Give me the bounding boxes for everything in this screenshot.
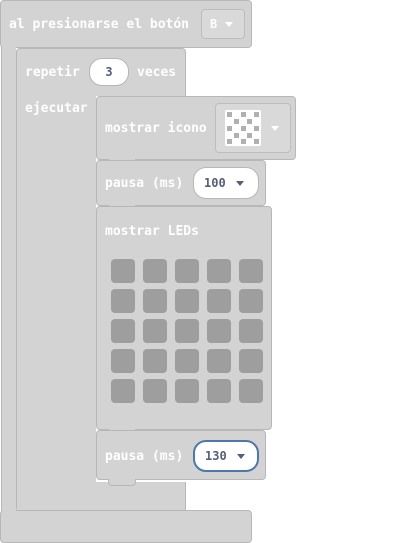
show-leds-label: mostrar LEDs [105,224,199,239]
led-cell[interactable] [111,259,135,283]
led-cell[interactable] [143,379,167,403]
do-label: ejecutar [25,101,88,116]
button-select-value: B [210,17,218,31]
repeat-label: repetir [25,65,80,80]
led-cell[interactable] [175,259,199,283]
chevron-down-icon [271,125,279,131]
event-block-spine [1,46,16,512]
led-grid [111,259,265,409]
led-cell[interactable] [175,319,199,343]
show-leds-block[interactable]: mostrar LEDs [96,206,272,430]
pause-input-1[interactable]: 100 [193,167,259,199]
led-cell[interactable] [207,349,231,373]
pause-value-1: 100 [204,176,226,190]
led-cell[interactable] [111,289,135,313]
led-cell[interactable] [143,349,167,373]
led-cell[interactable] [239,319,263,343]
pause-notch-2 [108,479,136,486]
pause-input-2[interactable]: 130 [193,440,259,472]
led-cell[interactable] [175,349,199,373]
button-select-dropdown[interactable]: B [201,9,245,39]
pause-value-2: 130 [205,449,227,463]
led-cell[interactable] [143,259,167,283]
led-cell[interactable] [239,259,263,283]
chevron-down-icon [236,453,245,459]
led-cell[interactable] [207,289,231,313]
icon-preview [225,110,261,146]
repeat-count-value: 3 [105,65,113,79]
led-cell[interactable] [239,349,263,373]
led-cell[interactable] [111,319,135,343]
repeat-bottom-patch [17,482,186,511]
show-icon-label: mostrar icono [105,121,207,136]
led-cell[interactable] [175,379,199,403]
on-button-pressed-block[interactable]: al presionarse el botón B [0,0,252,48]
led-cell[interactable] [143,319,167,343]
led-cell[interactable] [143,289,167,313]
led-cell[interactable] [207,379,231,403]
event-block-label: al presionarse el botón [9,17,190,32]
pause-label-1: pausa (ms) [105,176,184,191]
led-cell[interactable] [239,289,263,313]
icon-select-dropdown[interactable] [215,103,291,153]
chevron-down-icon [225,21,234,27]
chevron-down-icon [235,180,244,186]
pause-label-2: pausa (ms) [105,449,184,464]
led-cell[interactable] [239,379,263,403]
led-cell[interactable] [207,319,231,343]
pause-block-1[interactable]: pausa (ms) 100 [96,160,266,206]
show-icon-block[interactable]: mostrar icono [96,96,296,160]
event-block-bottom [0,510,252,543]
times-label: veces [137,65,177,80]
led-cell[interactable] [207,259,231,283]
led-cell[interactable] [111,349,135,373]
led-cell[interactable] [111,379,135,403]
pause-block-2[interactable]: pausa (ms) 130 [96,430,266,480]
led-cell[interactable] [175,289,199,313]
repeat-count-input[interactable]: 3 [89,58,129,86]
